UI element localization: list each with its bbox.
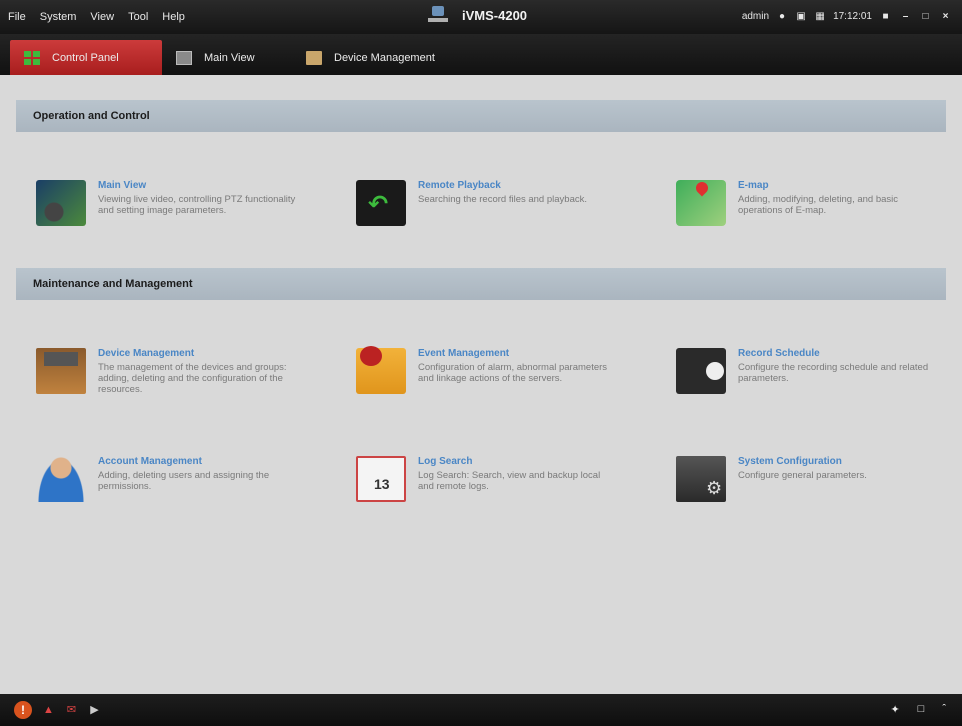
tile-system-configuration[interactable]: System Configuration Configure general p… — [676, 456, 962, 526]
speaker-icon[interactable]: ▶ — [88, 704, 101, 716]
menu-tool[interactable]: Tool — [128, 11, 148, 23]
person-alert-icon[interactable]: ▲ — [42, 704, 55, 716]
expand-up-icon[interactable]: ˆ — [942, 703, 946, 716]
menu-view[interactable]: View — [90, 11, 114, 23]
section-operation-control: Operation and Control — [16, 100, 946, 132]
app-logo-icon — [428, 6, 448, 24]
menu-help[interactable]: Help — [162, 11, 185, 23]
tile-desc: Log Search: Search, view and backup loca… — [418, 470, 601, 492]
tile-title: Record Schedule — [738, 348, 820, 359]
bottom-status-bar: ! ▲ ✉ ▶ ✦ □ ˆ — [0, 694, 962, 726]
system-configuration-icon — [676, 456, 726, 502]
restore-icon[interactable]: □ — [918, 703, 925, 716]
tab-label: Device Management — [334, 51, 435, 64]
device-management-icon — [36, 348, 86, 394]
account-management-icon — [36, 456, 86, 502]
tile-event-management[interactable]: Event Management Configuration of alarm,… — [356, 346, 646, 418]
bottom-controls: ✦ □ ˆ — [890, 703, 946, 716]
tile-emap[interactable]: E-map Adding, modifying, deleting, and b… — [676, 180, 962, 250]
tile-desc: The management of the devices and groups… — [98, 362, 287, 395]
record-schedule-icon — [676, 348, 726, 394]
tile-title: Event Management — [418, 348, 510, 359]
section-title: Operation and Control — [33, 110, 150, 122]
tile-title: E-map — [738, 180, 769, 191]
tile-remote-playback[interactable]: Remote Playback Searching the record fil… — [356, 180, 646, 250]
remote-playback-icon — [356, 180, 406, 226]
minimize-button[interactable]: – — [899, 11, 912, 22]
tab-label: Main View — [204, 51, 255, 64]
globe-icon[interactable]: ● — [776, 11, 788, 22]
grid-icon — [24, 50, 40, 65]
menu-system[interactable]: System — [40, 11, 77, 23]
app-title: iVMS-4200 — [428, 6, 527, 24]
tab-device-management[interactable]: Device Management — [292, 40, 435, 75]
tile-record-schedule[interactable]: Record Schedule Configure the recording … — [676, 348, 962, 418]
maximize-button[interactable]: □ — [919, 11, 932, 22]
tile-title: Device Management — [98, 348, 195, 359]
section-maintenance-management: Maintenance and Management — [16, 268, 946, 300]
pin-icon[interactable]: ✦ — [890, 703, 899, 716]
emap-icon — [676, 180, 726, 226]
title-menu-bar: File System View Tool Help iVMS-4200 adm… — [0, 0, 962, 34]
tile-log-search[interactable]: Log Search Log Search: Search, view and … — [356, 456, 646, 526]
tile-main-view[interactable]: Main View Viewing live video, controllin… — [36, 180, 326, 250]
tile-account-management[interactable]: Account Management Adding, deleting user… — [36, 456, 326, 526]
lock-icon[interactable]: ■ — [879, 11, 892, 22]
tile-title: Remote Playback — [418, 180, 501, 191]
event-management-icon — [356, 346, 406, 394]
device-tab-icon — [306, 50, 322, 65]
log-search-icon — [356, 456, 406, 502]
alarm-tray: ! ▲ ✉ ▶ — [14, 701, 101, 719]
tile-desc: Configure general parameters. — [738, 470, 867, 481]
monitor-icon[interactable]: ▣ — [795, 11, 807, 22]
tile-title: Account Management — [98, 456, 202, 467]
status-area: admin ● ▣ ▦ 17:12:01 ■ – □ × — [742, 11, 952, 22]
tile-title: Main View — [98, 180, 147, 191]
alarm-icon[interactable]: ! — [14, 701, 32, 719]
section-title: Maintenance and Management — [33, 278, 193, 290]
clock-time: 17:12:01 — [833, 11, 872, 22]
tab-label: Control Panel — [52, 51, 119, 64]
message-icon[interactable]: ✉ — [65, 704, 78, 716]
tile-desc: Viewing live video, controlling PTZ func… — [98, 194, 296, 216]
tile-desc: Adding, modifying, deleting, and basic o… — [738, 194, 899, 216]
close-button[interactable]: × — [939, 11, 952, 22]
app-title-text: iVMS-4200 — [462, 7, 528, 23]
tab-main-view[interactable]: Main View — [162, 40, 255, 75]
tab-bar: Control Panel Main View Device Managemen… — [0, 34, 962, 75]
tile-desc: Adding, deleting users and assigning the… — [98, 470, 270, 492]
menu-file[interactable]: File — [8, 11, 26, 23]
tile-title: Log Search — [418, 456, 473, 467]
tile-desc: Configuration of alarm, abnormal paramet… — [418, 362, 608, 384]
tile-device-management[interactable]: Device Management The management of the … — [36, 348, 326, 418]
main-view-tab-icon — [176, 50, 192, 65]
tab-control-panel[interactable]: Control Panel — [10, 40, 162, 75]
network-icon[interactable]: ▦ — [814, 11, 826, 22]
tile-title: System Configuration — [738, 456, 842, 467]
tile-desc: Searching the record files and playback. — [418, 194, 587, 205]
main-view-icon — [36, 180, 86, 226]
user-name: admin — [741, 11, 770, 22]
main-menu: File System View Tool Help — [8, 11, 185, 23]
tile-desc: Configure the recording schedule and rel… — [738, 362, 929, 384]
